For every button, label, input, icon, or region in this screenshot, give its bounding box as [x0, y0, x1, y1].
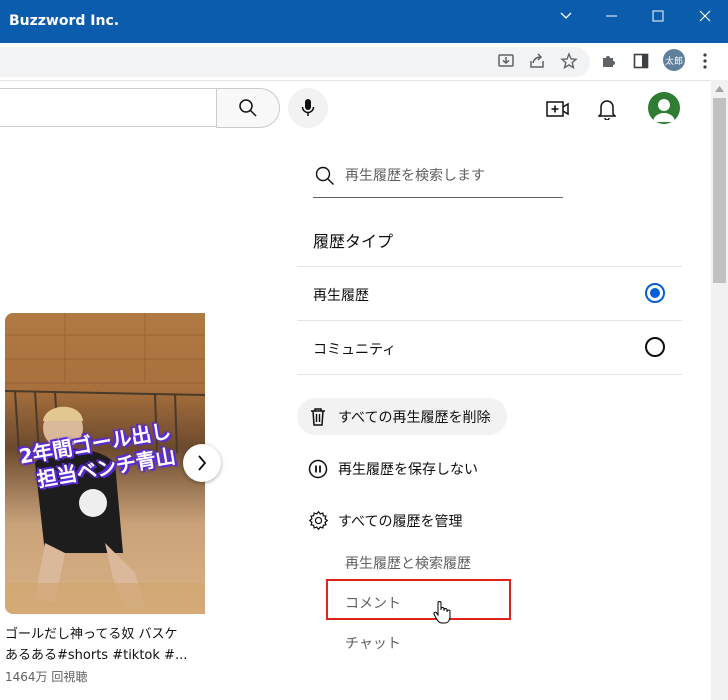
pause-history-button[interactable]: 再生履歴を保存しない — [307, 457, 507, 481]
video-add-icon — [546, 101, 569, 117]
window-titlebar: Buzzword Inc. — [0, 0, 728, 43]
pause-circle-icon — [308, 459, 328, 479]
chevron-right-icon — [198, 455, 207, 471]
clear-all-history-label: すべての再生履歴を削除 — [338, 410, 491, 426]
video-title-line-2: あるある#shorts #tiktok #... — [5, 648, 188, 663]
install-app-icon[interactable] — [495, 50, 517, 72]
scrollbar-thumb[interactable] — [713, 98, 726, 283]
history-search-field[interactable] — [313, 160, 563, 198]
bell-icon — [598, 100, 616, 120]
chevron-down-icon[interactable] — [543, 0, 589, 32]
video-title[interactable]: ゴールだし神ってる奴 バスケ あるある#shorts #tiktok #... — [5, 624, 205, 666]
extensions-puzzle-icon[interactable] — [598, 50, 620, 72]
side-panel-icon[interactable] — [630, 50, 652, 72]
bookmark-star-icon[interactable] — [558, 50, 580, 72]
link-chat[interactable]: チャット — [345, 633, 401, 653]
maximize-button[interactable] — [635, 0, 681, 32]
profile-avatar[interactable]: 太郎 — [663, 49, 685, 71]
annotation-highlight-box — [326, 579, 511, 620]
history-type-heading: 履歴タイプ — [313, 232, 394, 251]
create-video-button[interactable] — [545, 96, 571, 122]
history-search-input[interactable] — [345, 166, 555, 186]
pause-history-label: 再生履歴を保存しない — [338, 462, 478, 478]
option-watch-history-label[interactable]: 再生履歴 — [313, 285, 369, 305]
radio-watch-history[interactable] — [645, 283, 665, 303]
clear-all-history-button[interactable]: すべての再生履歴を削除 — [297, 398, 507, 435]
gear-icon — [308, 510, 329, 531]
trash-icon — [311, 408, 325, 426]
option-community-label[interactable]: コミュニティ — [313, 339, 396, 359]
video-view-count: 1464万 回視聴 — [5, 670, 88, 684]
browser-toolbar — [0, 43, 728, 81]
notifications-button[interactable] — [594, 96, 620, 122]
manage-all-history-button[interactable]: すべての履歴を管理 — [307, 509, 507, 533]
divider — [297, 266, 682, 267]
voice-search-button[interactable] — [288, 88, 328, 128]
hand-cursor-icon — [433, 601, 451, 624]
search-input[interactable] — [0, 88, 217, 127]
video-title-line-1: ゴールだし神ってる奴 バスケ — [5, 627, 178, 642]
minimize-button[interactable] — [589, 0, 635, 32]
kebab-menu-icon[interactable] — [694, 50, 716, 72]
radio-community[interactable] — [645, 337, 665, 357]
search-icon — [315, 166, 334, 185]
share-icon[interactable] — [526, 50, 548, 72]
account-avatar[interactable] — [648, 92, 680, 124]
search-button[interactable] — [216, 88, 280, 128]
window-title: Buzzword Inc. — [9, 13, 120, 29]
manage-all-history-label: すべての履歴を管理 — [338, 514, 463, 530]
close-button[interactable] — [682, 0, 728, 32]
divider — [297, 374, 682, 375]
link-watch-and-search-history[interactable]: 再生履歴と検索履歴 — [345, 553, 471, 573]
search-icon — [239, 99, 257, 117]
next-arrow-button[interactable] — [183, 444, 221, 482]
microphone-icon — [301, 99, 315, 116]
divider — [297, 320, 682, 321]
